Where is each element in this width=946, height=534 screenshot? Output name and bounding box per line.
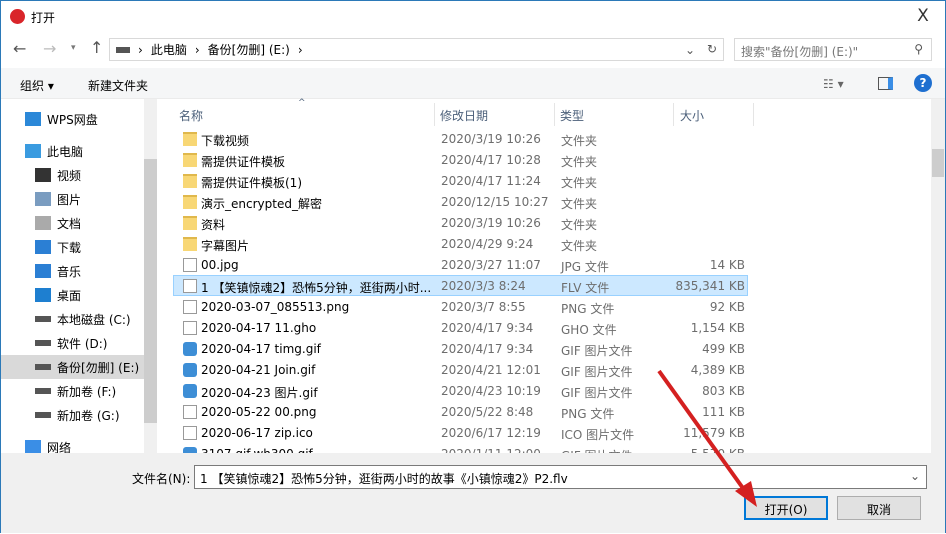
open-file-dialog: 打开 X ← → ▾ ↑ › 此电脑 › 备份[勿删] (E:) › ⌄ ↻ 搜…: [0, 0, 946, 533]
red-arrow-annotation: [657, 369, 757, 507]
